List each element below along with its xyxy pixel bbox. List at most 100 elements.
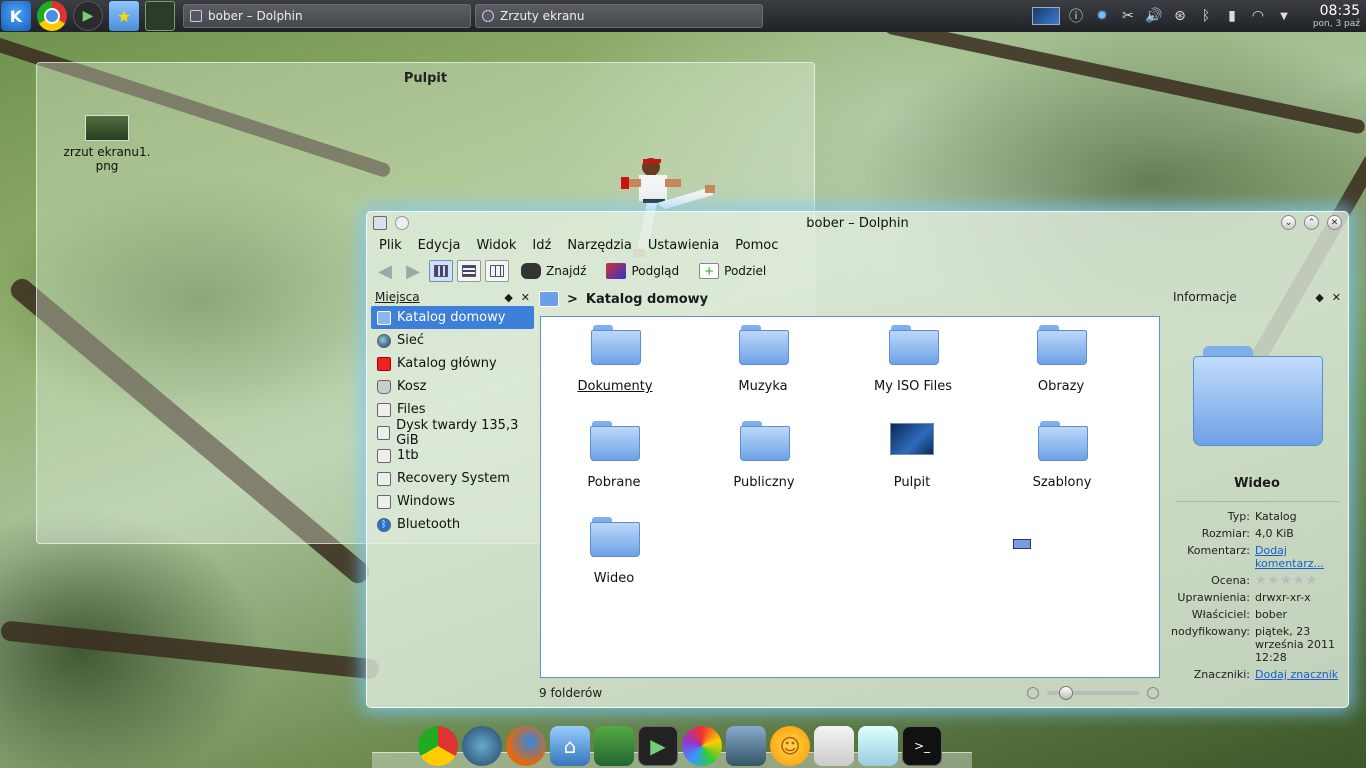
pager-icon[interactable] bbox=[1032, 7, 1060, 25]
info-icon[interactable]: ⓘ bbox=[1066, 6, 1086, 26]
close-panel-icon[interactable]: ✕ bbox=[1332, 291, 1341, 304]
favorites-folder-icon[interactable]: ★ bbox=[109, 1, 139, 31]
place-label: Sieć bbox=[397, 333, 425, 348]
clock-date: pon, 3 paź bbox=[1312, 18, 1360, 29]
toolbar: ◀ ▶ Znajdź Podgląd + Podziel bbox=[367, 256, 1348, 286]
place-trash[interactable]: Kosz bbox=[371, 375, 534, 398]
refresh-task-icon bbox=[482, 10, 494, 22]
add-tag-link[interactable]: Dodaj znacznik bbox=[1255, 668, 1338, 681]
kde-menu-icon[interactable]: K bbox=[1, 1, 31, 31]
breadcrumb[interactable]: > Katalog domowy bbox=[539, 289, 708, 309]
menu-go[interactable]: Idź bbox=[524, 238, 559, 253]
preview-icon bbox=[606, 263, 627, 279]
file-item[interactable]: Szablony bbox=[992, 421, 1132, 490]
picasa-icon[interactable] bbox=[682, 726, 722, 766]
network-icon bbox=[377, 333, 391, 348]
volume-icon[interactable]: 🔊 bbox=[1144, 6, 1164, 26]
maximize-button[interactable]: ⌃ bbox=[1304, 215, 1319, 230]
all-desktops-button[interactable] bbox=[395, 216, 409, 230]
float-panel-icon[interactable]: ◆ bbox=[1315, 291, 1323, 304]
chrome-icon[interactable] bbox=[37, 1, 67, 31]
place-label: Files bbox=[397, 402, 426, 417]
split-button[interactable]: + Podziel bbox=[691, 259, 774, 283]
image-viewer-icon[interactable] bbox=[594, 726, 634, 766]
show-desktop-icon[interactable] bbox=[145, 1, 175, 31]
file-item[interactable]: Pulpit bbox=[842, 421, 982, 490]
close-panel-icon[interactable]: ✕ bbox=[521, 291, 530, 304]
file-item[interactable]: My ISO Files bbox=[843, 325, 983, 394]
task-dolphin[interactable]: bober – Dolphin bbox=[183, 4, 471, 28]
usb-icon[interactable]: ⊛ bbox=[1170, 6, 1190, 26]
weather-icon[interactable]: ✹ bbox=[1092, 6, 1112, 26]
close-button[interactable]: ✕ bbox=[1327, 215, 1342, 230]
virtualbox-icon[interactable] bbox=[726, 726, 766, 766]
find-button[interactable]: Znajdź bbox=[513, 259, 594, 283]
find-label: Znajdź bbox=[546, 264, 587, 278]
place-recovery[interactable]: Recovery System bbox=[371, 467, 534, 490]
clock[interactable]: 08:35 pon, 3 paź bbox=[1300, 4, 1360, 29]
menu-tools[interactable]: Narzędzia bbox=[559, 238, 640, 253]
wifi-icon[interactable]: ◠ bbox=[1248, 6, 1268, 26]
dolphin-task-icon bbox=[190, 10, 202, 22]
place-hard-disk[interactable]: Dysk twardy 135,3 GiB bbox=[371, 418, 534, 448]
file-view[interactable]: Dokumenty Muzyka My ISO Files Obrazy Pob… bbox=[540, 316, 1160, 678]
preview-button[interactable]: Podgląd bbox=[598, 259, 687, 283]
back-arrow-icon[interactable]: ◀ bbox=[373, 260, 397, 282]
firefox-icon[interactable] bbox=[506, 726, 546, 766]
breadcrumb-current[interactable]: Katalog domowy bbox=[586, 292, 708, 307]
menu-view[interactable]: Widok bbox=[468, 238, 524, 253]
text-editor-icon[interactable] bbox=[814, 726, 854, 766]
window-menu-icon[interactable] bbox=[373, 216, 387, 230]
file-item[interactable]: Muzyka bbox=[693, 325, 833, 394]
add-comment-link[interactable]: Dodaj komentarz... bbox=[1255, 544, 1324, 570]
home-folder-icon[interactable]: ⌂ bbox=[550, 726, 590, 766]
menu-edit[interactable]: Edycja bbox=[410, 238, 469, 253]
file-item[interactable]: Obrazy bbox=[991, 325, 1131, 394]
desktop-file[interactable]: zrzut ekranu1. png bbox=[59, 115, 155, 173]
place-network[interactable]: Sieć bbox=[371, 329, 534, 352]
places-panel: Miejsca ◆ ✕ Katalog domowy Sieć Katalog g… bbox=[371, 288, 534, 698]
information-panel: Informacje ◆ ✕ Wideo Typ: Katalog Rozmiar:… bbox=[1169, 288, 1345, 704]
file-item[interactable]: Publiczny bbox=[694, 421, 834, 490]
menu-settings[interactable]: Ustawienia bbox=[640, 238, 727, 253]
file-item[interactable]: Dokumenty bbox=[545, 325, 685, 394]
file-name: Obrazy bbox=[1037, 379, 1085, 394]
minimize-button[interactable]: ⌄ bbox=[1281, 215, 1296, 230]
file-item[interactable]: Pobrane bbox=[544, 421, 684, 490]
clipboard-icon[interactable]: ✂ bbox=[1118, 6, 1138, 26]
icons-view-button[interactable] bbox=[429, 260, 453, 282]
menu-help[interactable]: Pomoc bbox=[727, 238, 786, 253]
task-screenshots[interactable]: Zrzuty ekranu bbox=[475, 4, 763, 28]
file-item[interactable]: Wideo bbox=[544, 517, 684, 586]
notes-icon[interactable] bbox=[858, 726, 898, 766]
place-bluetooth[interactable]: ᛒ Bluetooth bbox=[371, 513, 534, 536]
tray-expand-icon[interactable]: ▼ bbox=[1274, 6, 1294, 26]
float-panel-icon[interactable]: ◆ bbox=[504, 291, 512, 304]
zoom-slider-handle[interactable] bbox=[1059, 686, 1073, 700]
window-titlebar[interactable]: bober – Dolphin ⌄ ⌃ ✕ bbox=[367, 212, 1348, 234]
bluetooth-tray-icon[interactable]: ᛒ bbox=[1196, 6, 1216, 26]
media-player-icon[interactable]: ▶ bbox=[638, 726, 678, 766]
chrome-icon[interactable] bbox=[418, 726, 458, 766]
weather-sun-icon[interactable]: ☺ bbox=[770, 726, 810, 766]
info-key: Znaczniki: bbox=[1193, 668, 1250, 681]
top-panel: K ▶ ★ bober – Dolphin Zrzuty ekranu ⓘ ✹ … bbox=[0, 0, 1366, 32]
drive-icon bbox=[377, 448, 391, 463]
rating-stars[interactable]: ★★★★★ bbox=[1255, 573, 1318, 588]
place-root[interactable]: Katalog główny bbox=[371, 352, 534, 375]
zoom-in-icon[interactable] bbox=[1147, 687, 1159, 699]
forward-arrow-icon[interactable]: ▶ bbox=[401, 260, 425, 282]
home-icon[interactable] bbox=[539, 291, 559, 307]
menu-file[interactable]: Plik bbox=[371, 238, 410, 253]
details-view-button[interactable] bbox=[457, 260, 481, 282]
media-player-icon[interactable]: ▶ bbox=[73, 1, 103, 31]
info-value: Katalog bbox=[1255, 510, 1297, 523]
zoom-slider[interactable] bbox=[1047, 686, 1139, 700]
columns-view-button[interactable] bbox=[485, 260, 509, 282]
battery-icon[interactable]: ▮ bbox=[1222, 6, 1242, 26]
thunderbird-icon[interactable] bbox=[462, 726, 502, 766]
place-home[interactable]: Katalog domowy bbox=[371, 306, 534, 329]
place-windows[interactable]: Windows bbox=[371, 490, 534, 513]
zoom-out-icon[interactable] bbox=[1027, 687, 1039, 699]
terminal-icon[interactable]: >_ bbox=[902, 726, 942, 766]
